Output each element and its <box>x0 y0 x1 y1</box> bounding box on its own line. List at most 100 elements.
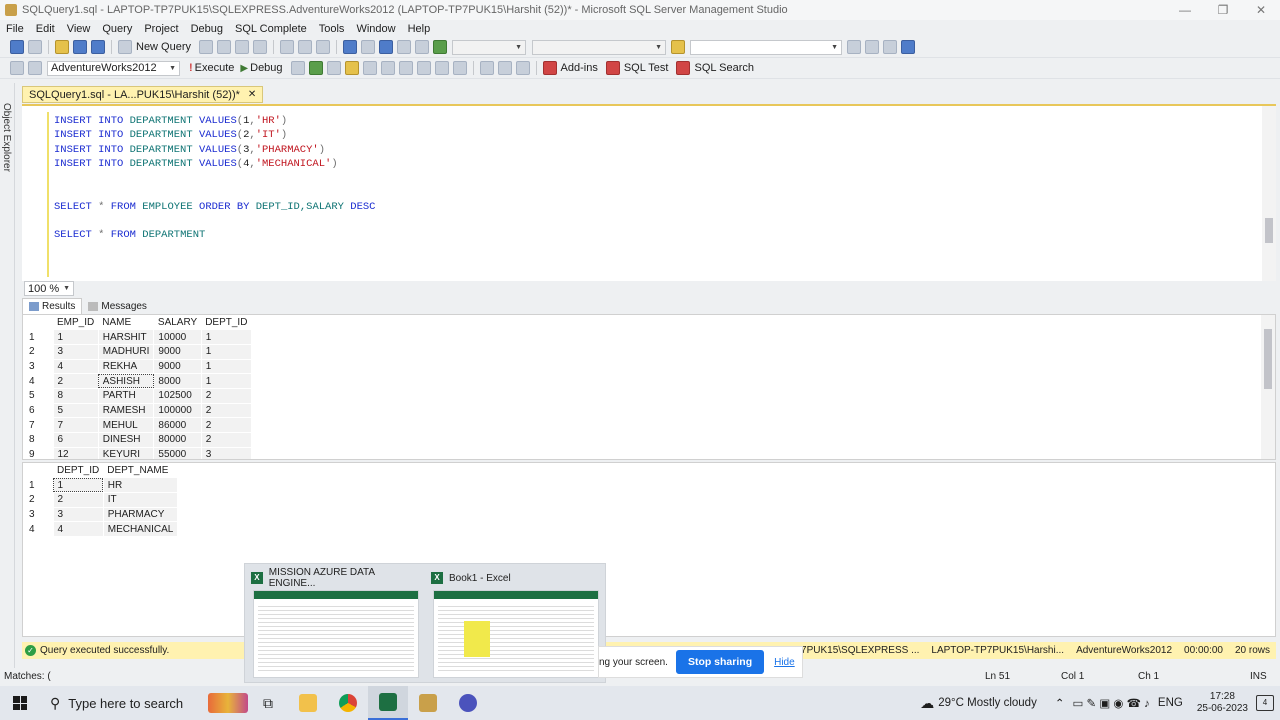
start-icon[interactable] <box>433 40 448 54</box>
window-layout-icon[interactable] <box>901 40 916 54</box>
addins-icon[interactable] <box>542 61 557 75</box>
grid-cell[interactable]: HARSHIT <box>97 329 155 345</box>
column-header[interactable]: DEPT_NAME <box>103 463 178 478</box>
tray-icons[interactable]: ▭ ✎ ▣ ◉ ☎ ♪ <box>1072 696 1149 710</box>
hide-link[interactable]: Hide <box>774 657 795 668</box>
execute-icon[interactable]: ! <box>189 62 193 74</box>
grid-cell[interactable]: 12 <box>52 446 99 459</box>
grid-cell[interactable]: 5 <box>52 402 99 419</box>
grid-cell[interactable]: 8 <box>52 387 99 404</box>
results-to-icon[interactable] <box>344 61 359 75</box>
live-stats-icon[interactable] <box>416 61 431 75</box>
grid-cell[interactable]: 80000 <box>153 432 202 448</box>
grid-cell[interactable]: 3 <box>52 343 99 360</box>
new-query-button[interactable]: New Query <box>136 41 191 53</box>
grid-cell[interactable]: RAMESH <box>97 402 155 419</box>
table-row[interactable]: 8 6 DINESH 80000 2 <box>23 432 252 448</box>
menu-query[interactable]: Query <box>96 23 138 35</box>
grid-cell[interactable]: DINESH <box>97 432 155 448</box>
grid-cell[interactable]: MEHUL <box>97 417 155 433</box>
screenshot-icon[interactable] <box>415 40 430 54</box>
grid-cell[interactable]: 9000 <box>153 358 202 375</box>
grid-cell[interactable]: 1 <box>200 373 252 389</box>
row-number[interactable]: 5 <box>23 388 53 404</box>
table-row[interactable]: 3 4 REKHA 9000 1 <box>23 358 252 375</box>
grid-cell[interactable]: 2 <box>200 402 252 419</box>
editor-scrollbar[interactable] <box>1262 106 1276 281</box>
object-explorer-icon[interactable] <box>10 40 24 54</box>
minimize-button[interactable]: — <box>1166 0 1204 20</box>
clock[interactable]: 17:28 25-06-2023 <box>1197 691 1248 715</box>
row-number[interactable]: 6 <box>23 403 53 418</box>
table-row[interactable]: 2 2 IT <box>23 491 179 508</box>
grid-cell[interactable]: 1 <box>200 343 252 360</box>
start-button[interactable] <box>0 686 40 720</box>
undo-icon[interactable] <box>343 40 358 54</box>
table-row[interactable]: 1 1 HARSHIT 10000 1 <box>23 329 252 345</box>
tab-close-icon[interactable]: ✕ <box>248 89 256 100</box>
connect-icon[interactable] <box>10 61 24 75</box>
sql-code[interactable]: INSERT INTO DEPARTMENT VALUES(1,'HR') IN… <box>54 114 376 243</box>
table-row[interactable]: 7 7 MEHUL 86000 2 <box>23 417 252 433</box>
query-icon-2[interactable] <box>217 40 232 54</box>
save-all-icon[interactable] <box>91 40 105 54</box>
grid-cell[interactable]: PHARMACY <box>102 506 179 523</box>
menu-help[interactable]: Help <box>402 23 437 35</box>
grid-cell[interactable]: 4 <box>52 358 99 375</box>
debug-button[interactable]: Debug <box>250 62 282 74</box>
task-view-icon[interactable]: ⧉ <box>248 686 288 720</box>
row-number[interactable]: 4 <box>23 521 53 537</box>
grid-cell[interactable]: 7 <box>52 417 99 433</box>
editor-scroll-thumb[interactable] <box>1265 218 1273 243</box>
notifications-icon[interactable]: 4 <box>1256 695 1274 711</box>
sql-search-icon[interactable] <box>676 61 691 75</box>
grid-cell[interactable]: 86000 <box>153 417 202 433</box>
grid-cell[interactable]: 2 <box>52 491 104 508</box>
grid-cell[interactable]: 10000 <box>153 329 202 345</box>
toolbox-icon[interactable] <box>883 40 898 54</box>
taskbar-search[interactable]: ⚲ Type here to search <box>40 686 208 720</box>
database-select[interactable]: AdventureWorks2012 ▼ <box>47 60 180 76</box>
sql-search-button[interactable]: SQL Search <box>694 62 754 74</box>
menu-project[interactable]: Project <box>138 23 184 35</box>
excel-taskbar-icon[interactable] <box>368 686 408 720</box>
table-row[interactable]: 3 3 PHARMACY <box>23 506 179 523</box>
client-stats-icon[interactable] <box>434 61 449 75</box>
copy-icon[interactable] <box>298 40 313 54</box>
table-row[interactable]: 1 1 HR <box>23 477 179 493</box>
column-header[interactable]: DEPT_ID <box>53 463 104 478</box>
thumbnail-mission-azure[interactable]: X MISSION AZURE DATA ENGINE... <box>251 567 421 678</box>
platform-combo[interactable]: ▼ <box>532 39 667 55</box>
menu-sql-complete[interactable]: SQL Complete <box>229 23 313 35</box>
execute-button[interactable]: Execute <box>195 62 235 74</box>
query-options-icon[interactable] <box>380 61 395 75</box>
cancel-query-icon[interactable] <box>290 61 305 75</box>
tray-chevron-icon[interactable]: ⌃ <box>1055 696 1065 710</box>
save-icon[interactable] <box>73 40 87 54</box>
change-connection-icon[interactable] <box>28 61 42 75</box>
menu-file[interactable]: File <box>0 23 30 35</box>
department-results-grid[interactable]: DEPT_ID DEPT_NAME 1 1 HR 2 2 IT 3 3 PHARMACY 4 4 MEC… <box>22 462 1276 637</box>
row-number[interactable]: 2 <box>23 344 53 360</box>
table-row[interactable]: 4 2 ASHISH 8000 1 <box>23 373 252 389</box>
parse-icon[interactable] <box>308 61 323 75</box>
grid-cell[interactable]: 3 <box>52 506 104 523</box>
menu-edit[interactable]: Edit <box>30 23 61 35</box>
grid-cell[interactable]: MADHURI <box>97 343 155 360</box>
chrome-icon[interactable] <box>328 686 368 720</box>
grid-cell[interactable]: KEYURI <box>97 446 155 459</box>
grid-cell[interactable]: 8000 <box>153 373 202 389</box>
estimated-plan-icon[interactable] <box>362 61 377 75</box>
object-explorer-sidebar[interactable]: Object Explorer <box>0 83 15 673</box>
uncomment-icon[interactable] <box>497 61 512 75</box>
grid-cell[interactable]: PARTH <box>97 387 155 404</box>
intellisense-icon[interactable] <box>326 61 341 75</box>
grid-cell[interactable]: ASHISH <box>97 373 155 389</box>
table-row[interactable]: 4 4 MECHANICAL <box>23 521 179 537</box>
new-project-icon[interactable] <box>28 40 42 54</box>
table-row[interactable]: 9 12 KEYURI 55000 3 <box>23 446 252 459</box>
open-folder-icon[interactable] <box>55 40 69 54</box>
grid-cell[interactable]: 2 <box>200 417 252 433</box>
grid-cell[interactable]: 3 <box>200 446 252 459</box>
table-row[interactable]: 6 5 RAMESH 100000 2 <box>23 402 252 419</box>
